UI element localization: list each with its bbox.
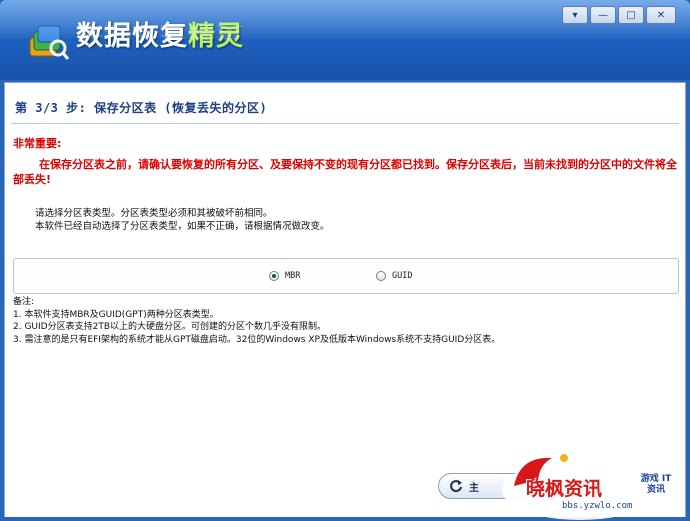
radio-mbr-dot[interactable] (269, 271, 279, 281)
important-heading: 非常重要: (13, 137, 62, 150)
step-title: 第 3/3 步: 保存分区表 (恢复丢失的分区) (15, 101, 268, 115)
maximize-button[interactable]: □ (618, 6, 644, 24)
radio-guid-dot[interactable] (376, 271, 386, 281)
note-item-3: 3. 需注意的是只有EFI架构的系统才能从GPT磁盘启动。32位的Windows… (13, 334, 501, 345)
app-title-reflection-main: 数据恢复 (76, 23, 188, 41)
app-header: 数据恢复精灵 数据恢复精灵 ▾ — □ ✕ (0, 0, 690, 80)
watermark-url: bbs.yzwlo.com (562, 501, 633, 511)
notes-title: 备注: (13, 297, 35, 307)
watermark: 晓枫资讯 bbs.yzwlo.com 游戏 IT 资讯 (500, 446, 690, 521)
minimize-button[interactable]: — (590, 6, 616, 24)
watermark-side-text: 游戏 IT 资讯 (640, 474, 672, 495)
watermark-brand: 晓枫资讯 (526, 478, 603, 500)
app-title-highlight: 精灵 (188, 21, 244, 52)
app-title-reflection-highlight: 精灵 (188, 23, 244, 41)
close-button[interactable]: ✕ (646, 6, 676, 24)
divider (11, 123, 679, 124)
radio-guid[interactable]: GUID (376, 271, 412, 281)
refresh-icon (450, 480, 462, 493)
description: 请选择分区表类型。分区表类型必须和其被破坏前相同。 本软件已经自动选择了分区表类… (35, 207, 330, 233)
description-line-1: 请选择分区表类型。分区表类型必须和其被破坏前相同。 (35, 208, 273, 219)
main-button-label: 主 (469, 482, 479, 494)
radio-mbr[interactable]: MBR (269, 271, 300, 281)
app-title-reflection: 数据恢复精灵 (76, 23, 244, 44)
important-warning-text: 在保存分区表之前，请确认要恢复的所有分区、及要保持不变的现有分区都已找到。保存分… (13, 158, 677, 186)
partition-type-group: MBR GUID (13, 258, 679, 294)
app-title: 数据恢复精灵 (76, 14, 244, 53)
menu-dropdown-button[interactable]: ▾ (562, 6, 588, 24)
radio-guid-label: GUID (392, 271, 413, 281)
app-logo-icon (29, 25, 70, 60)
description-line-2: 本软件已经自动选择了分区表类型，如果不正确，请根据情况做改变。 (35, 221, 330, 232)
radio-mbr-label: MBR (285, 271, 301, 281)
app-title-main: 数据恢复 (76, 21, 188, 52)
window-controls: ▾ — □ ✕ (562, 6, 676, 24)
note-item-2: 2. GUID分区表支持2TB以上的大硬盘分区。可创建的分区个数几乎没有限制。 (13, 322, 326, 332)
note-item-1: 1. 本软件支持MBR及GUID(GPT)两种分区表类型。 (13, 309, 219, 320)
notes: 备注: 1. 本软件支持MBR及GUID(GPT)两种分区表类型。 2. GUI… (13, 296, 500, 346)
